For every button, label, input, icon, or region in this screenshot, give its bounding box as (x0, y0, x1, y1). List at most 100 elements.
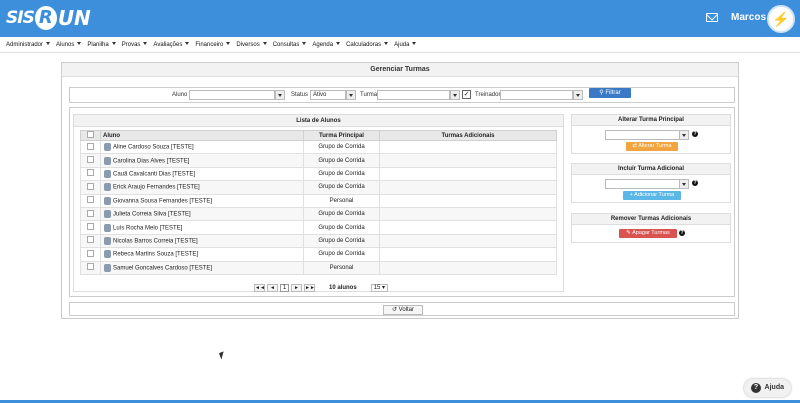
filter-button[interactable]: ⚲ Filtrar (589, 88, 631, 98)
menu-ajuda[interactable]: Ajuda (394, 42, 417, 48)
table-row[interactable]: Erick Araujo Fernandes [TESTE] Grupo de C… (80, 180, 557, 195)
row-select-cell[interactable] (80, 139, 101, 155)
menu-administrador[interactable]: Administrador (6, 42, 51, 48)
table-row[interactable]: Samuel Goncalves Cardoso [TESTE] Personal (80, 260, 557, 275)
user-avatar[interactable]: ⚡ (767, 5, 795, 33)
student-name-cell: Luís Rocha Melo [TESTE] (100, 220, 304, 235)
aluno-dropdown-button[interactable] (275, 90, 285, 100)
row-checkbox[interactable] (87, 263, 94, 271)
turma-checkbox[interactable]: ✓ (462, 90, 471, 99)
alterar-turma-button[interactable]: ⇄ Alterar Turma (626, 142, 678, 151)
last-page-button[interactable]: ►► (304, 284, 315, 292)
table-row[interactable]: Cauã Cavalcanti Dias [TESTE] Grupo de Cor… (80, 166, 557, 182)
page-number[interactable]: 1 (280, 284, 289, 292)
table-row[interactable]: Giovanna Sousa Fernandes [TESTE] Personal (80, 193, 557, 208)
row-select-cell[interactable] (80, 206, 101, 222)
status-dropdown-button[interactable] (346, 90, 356, 100)
select-all-header[interactable] (80, 130, 101, 141)
student-name-cell: Cauã Cavalcanti Dias [TESTE] (100, 166, 304, 182)
apagar-turmas-button[interactable]: ✎ Apagar Turmas (619, 229, 677, 238)
row-checkbox[interactable] (87, 249, 94, 257)
adicionar-turma-button[interactable]: + Adicionar Turma (623, 191, 681, 200)
row-select-cell[interactable] (80, 180, 101, 195)
menu-planilha[interactable]: Planilha (87, 42, 116, 48)
table-row[interactable]: Julieta Correia Silva [TESTE] Grupo de Co… (80, 206, 557, 222)
incluir-turma-dropdown[interactable] (679, 179, 689, 189)
caret-down-icon (262, 42, 267, 46)
treinador-dropdown-button[interactable] (573, 90, 583, 100)
table-row[interactable]: Carolina Dias Alves [TESTE] Grupo de Corr… (80, 153, 557, 168)
row-select-cell[interactable] (80, 153, 101, 168)
row-select-cell[interactable] (80, 260, 101, 275)
select-all-checkbox[interactable] (87, 131, 94, 138)
student-photo (104, 169, 111, 178)
table-row[interactable]: Nicolas Barros Correia [TESTE] Grupo de C… (80, 233, 557, 249)
col-turma-principal[interactable]: Turma Principal (303, 130, 380, 141)
filter-button-label: Filtrar (605, 90, 621, 96)
student-photo (104, 250, 111, 259)
mail-icon[interactable] (706, 13, 718, 22)
help-widget[interactable]: ? Ajuda (744, 379, 791, 397)
remover-turmas-panel: Remover Turmas Adicionais ✎ Apagar Turma… (571, 213, 731, 243)
row-checkbox[interactable] (87, 142, 94, 150)
menu-provas[interactable]: Provas (122, 42, 148, 48)
row-select-cell[interactable] (80, 193, 101, 208)
aluno-input[interactable] (189, 90, 275, 100)
turma-principal-cell: Grupo de Corrida (303, 139, 380, 155)
menu-agenda[interactable]: Agenda (312, 42, 341, 48)
menu-calculadoras[interactable]: Calculadoras (346, 42, 389, 48)
row-checkbox[interactable] (87, 196, 94, 204)
student-name: Julieta Correia Silva [TESTE] (113, 211, 191, 218)
status-label: Status (291, 92, 309, 98)
next-page-button[interactable]: ► (291, 284, 302, 292)
table-row[interactable]: Rebeca Martins Souza [TESTE] Grupo de Cor… (80, 247, 557, 262)
page-size-select[interactable]: 15 ▾ (370, 284, 389, 292)
row-checkbox[interactable] (87, 223, 94, 231)
prev-page-button[interactable]: ◄ (267, 284, 278, 292)
user-name[interactable]: Marcos (731, 12, 766, 23)
row-checkbox[interactable] (87, 182, 94, 190)
alterar-turma-dropdown[interactable] (679, 130, 689, 140)
logo-sis-text: SIS (6, 8, 35, 28)
help-icon[interactable]: ? (679, 230, 685, 236)
row-checkbox[interactable] (87, 209, 94, 217)
menu-avaliacoes[interactable]: Avaliações (153, 42, 190, 48)
student-photo (104, 156, 111, 165)
col-turmas-adicionais[interactable]: Turmas Adicionais (379, 130, 557, 141)
turma-input[interactable] (377, 90, 450, 100)
student-name-cell: Erick Araujo Fernandes [TESTE] (100, 180, 304, 195)
caret-down-icon (46, 42, 51, 46)
table-row[interactable]: Aline Cardoso Souza [TESTE] Grupo de Corr… (80, 139, 557, 155)
col-aluno[interactable]: Aluno (100, 130, 304, 141)
help-icon[interactable]: ? (692, 131, 698, 137)
row-select-cell[interactable] (80, 220, 101, 235)
student-name-cell: Samuel Goncalves Cardoso [TESTE] (100, 260, 304, 275)
first-page-button[interactable]: ◄◄ (254, 284, 265, 292)
menu-consultas[interactable]: Consultas (273, 42, 307, 48)
row-checkbox[interactable] (87, 236, 94, 244)
sisrun-logo[interactable]: SIS R UN (6, 5, 91, 31)
status-select[interactable]: Ativo (310, 90, 346, 100)
student-name: Rebeca Martins Souza [TESTE] (113, 251, 199, 258)
turma-principal-cell: Grupo de Corrida (303, 220, 380, 235)
table-row[interactable]: Luís Rocha Melo [TESTE] Grupo de Corrida (80, 220, 557, 235)
student-name: Aline Cardoso Souza [TESTE] (113, 144, 194, 151)
menu-label: Financeiro (195, 41, 224, 48)
menu-alunos[interactable]: Alunos (56, 42, 82, 48)
treinador-input[interactable] (500, 90, 573, 100)
turma-dropdown-button[interactable] (450, 90, 460, 100)
menu-diversos[interactable]: Diversos (236, 42, 267, 48)
alterar-turma-select[interactable] (605, 130, 689, 140)
row-select-cell[interactable] (80, 247, 101, 262)
row-select-cell[interactable] (80, 233, 101, 249)
row-select-cell[interactable] (80, 166, 101, 182)
incluir-turma-select[interactable] (605, 179, 689, 189)
remover-turmas-title: Remover Turmas Adicionais (572, 214, 730, 225)
undo-icon: ↺ (391, 307, 399, 313)
row-checkbox[interactable] (87, 156, 94, 164)
help-icon[interactable]: ? (692, 180, 698, 186)
row-checkbox[interactable] (87, 169, 94, 177)
student-photo (104, 143, 111, 152)
menu-financeiro[interactable]: Financeiro (195, 41, 231, 48)
back-button[interactable]: ↺ Voltar (383, 305, 423, 315)
